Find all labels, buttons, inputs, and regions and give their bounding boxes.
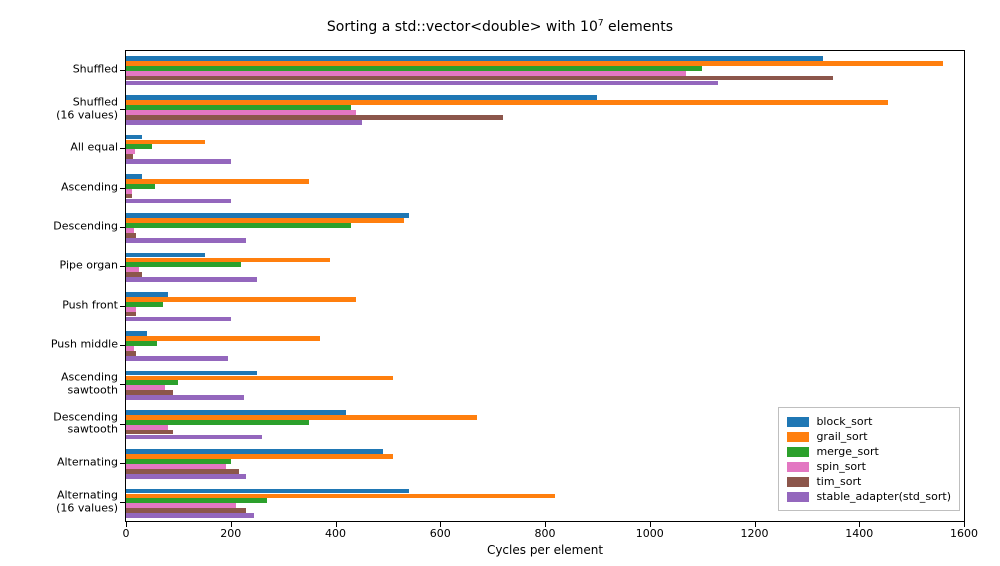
x-tick-label: 1400 — [845, 527, 873, 540]
bar — [126, 513, 254, 518]
legend-label: merge_sort — [816, 445, 878, 458]
y-axis-labels: Shuffled Shuffled(16 values) All equal Asce… — [0, 50, 118, 522]
legend-item: grail_sort — [787, 429, 951, 444]
y-tick-label: All equal — [0, 142, 118, 155]
x-tick-label: 0 — [123, 527, 130, 540]
x-tick-label: 200 — [220, 527, 241, 540]
bar — [126, 277, 257, 282]
y-tick-mark — [120, 148, 125, 149]
y-tick-label: Alternating — [0, 457, 118, 470]
legend-swatch — [787, 462, 809, 472]
x-tick-label: 600 — [430, 527, 451, 540]
x-tick-label: 1600 — [950, 527, 978, 540]
y-tick-label: Pipe organ — [0, 260, 118, 273]
x-tick-label: 400 — [325, 527, 346, 540]
y-tick-mark — [120, 70, 125, 71]
chart-title-text: Sorting a std::vector<double> with 107 e… — [327, 19, 673, 35]
legend-label: block_sort — [816, 415, 872, 428]
legend-swatch — [787, 477, 809, 487]
legend-swatch — [787, 432, 809, 442]
y-tick-mark — [120, 266, 125, 267]
x-tick-label: 1200 — [741, 527, 769, 540]
y-tick-mark — [120, 227, 125, 228]
legend-label: stable_adapter(std_sort) — [816, 490, 951, 503]
bar — [126, 435, 262, 440]
y-tick-label: Descending — [0, 221, 118, 234]
legend-item: spin_sort — [787, 459, 951, 474]
chart-title: Sorting a std::vector<double> with 107 e… — [0, 18, 1000, 35]
x-tick-label: 800 — [535, 527, 556, 540]
bar — [126, 262, 241, 267]
y-tick-mark — [120, 109, 125, 110]
y-tick-mark — [120, 345, 125, 346]
bar — [126, 159, 231, 164]
legend-item: merge_sort — [787, 444, 951, 459]
y-tick-label: Ascendingsawtooth — [0, 372, 118, 397]
x-tick-label: 1000 — [636, 527, 664, 540]
bar — [126, 120, 362, 125]
y-tick-mark — [120, 463, 125, 464]
legend-swatch — [787, 447, 809, 457]
bar — [126, 223, 351, 228]
bar — [126, 395, 244, 400]
legend-swatch — [787, 417, 809, 427]
legend-item: block_sort — [787, 414, 951, 429]
y-tick-label: Shuffled(16 values) — [0, 96, 118, 121]
y-tick-label: Ascending — [0, 181, 118, 194]
y-tick-label: Push middle — [0, 339, 118, 352]
bar — [126, 317, 231, 322]
legend-label: spin_sort — [816, 460, 866, 473]
bar — [126, 81, 718, 86]
y-tick-mark — [120, 502, 125, 503]
y-tick-label: Alternating(16 values) — [0, 490, 118, 515]
chart-figure: Sorting a std::vector<double> with 107 e… — [0, 0, 1000, 566]
legend-label: grail_sort — [816, 430, 867, 443]
bar — [126, 199, 231, 204]
y-tick-mark — [120, 424, 125, 425]
legend-item: tim_sort — [787, 474, 951, 489]
y-tick-mark — [120, 306, 125, 307]
y-tick-label: Descendingsawtooth — [0, 411, 118, 436]
x-axis-label: Cycles per element — [125, 543, 965, 557]
legend-label: tim_sort — [816, 475, 861, 488]
legend: block_sort grail_sort merge_sort spin_sortt… — [778, 407, 960, 511]
bar — [126, 238, 246, 243]
y-tick-label: Shuffled — [0, 63, 118, 76]
legend-item: stable_adapter(std_sort) — [787, 489, 951, 504]
bar — [126, 356, 228, 361]
bar — [126, 474, 246, 479]
y-tick-mark — [120, 188, 125, 189]
y-tick-label: Push front — [0, 299, 118, 312]
legend-swatch — [787, 492, 809, 502]
y-tick-mark — [120, 384, 125, 385]
